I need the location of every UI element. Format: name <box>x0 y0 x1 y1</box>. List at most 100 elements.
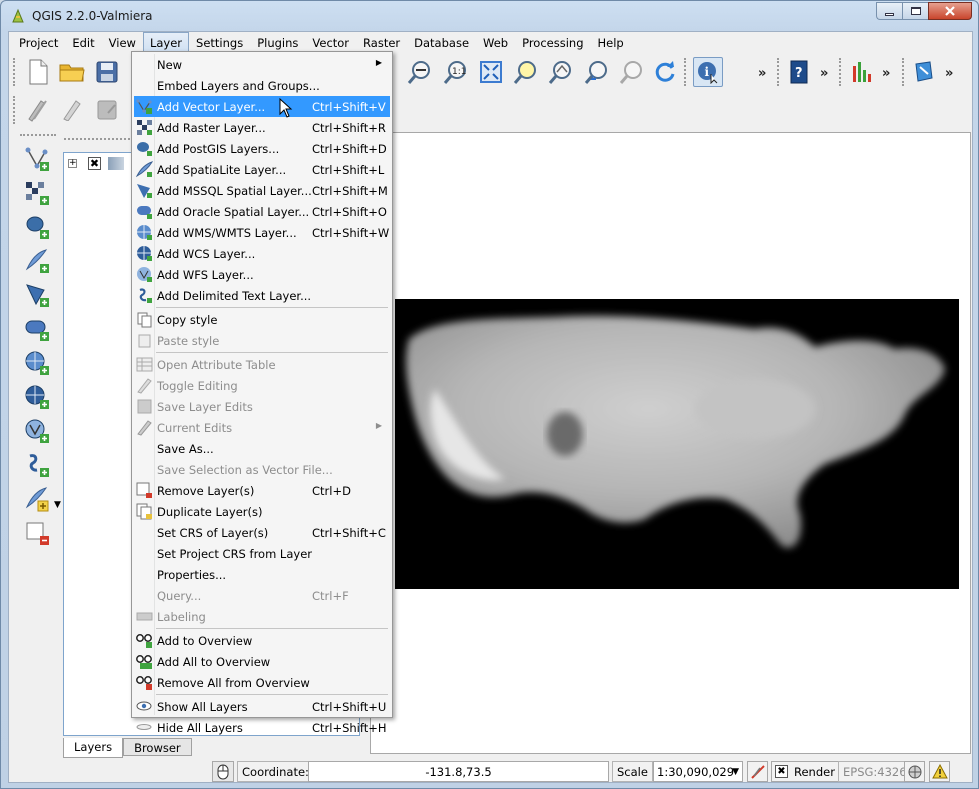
menu-item-open-attribute-table[interactable]: Open Attribute Table <box>134 354 390 375</box>
toolbar-handle[interactable] <box>13 58 17 86</box>
save-edits-button[interactable] <box>92 95 122 125</box>
menu-item-current-edits[interactable]: Current Edits ▶ <box>134 417 390 438</box>
coordinate-field[interactable]: -131.8,73.5 <box>308 761 609 782</box>
zoom-selection-button[interactable] <box>511 57 541 87</box>
toggle-editing-button[interactable] <box>57 95 87 125</box>
menu-item-add-raster-layer[interactable]: Add Raster Layer... Ctrl+Shift+R <box>134 117 390 138</box>
toolbar-overflow-chevron-icon[interactable]: » <box>820 66 828 81</box>
histogram-button[interactable] <box>846 57 876 87</box>
toolbar-handle[interactable] <box>684 58 688 86</box>
menu-item-set-crs-of-layer-s[interactable]: Set CRS of Layer(s) Ctrl+Shift+C <box>134 522 390 543</box>
current-edits-button[interactable] <box>23 95 53 125</box>
menu-item-save-as[interactable]: Save As... <box>134 438 390 459</box>
menu-item-hide-all-layers[interactable]: Hide All Layers Ctrl+Shift+H <box>134 717 390 738</box>
add-wcs-layer-button[interactable] <box>22 382 52 412</box>
toolbar-overflow-chevron-icon[interactable]: » <box>945 66 953 81</box>
menu-item-embed-layers-and-groups[interactable]: Embed Layers and Groups... <box>134 75 390 96</box>
render-toggle[interactable]: ✖ Render <box>771 761 842 782</box>
menu-item-add-wfs-layer[interactable]: Add WFS Layer... <box>134 264 390 285</box>
projection-globe-icon <box>908 765 921 778</box>
crs-button[interactable] <box>904 761 925 782</box>
warning-button[interactable] <box>929 761 950 782</box>
menu-item-add-all-to-overview[interactable]: Add All to Overview <box>134 651 390 672</box>
add-vector-layer-button[interactable] <box>22 144 52 174</box>
zoom-layer-button[interactable] <box>546 57 576 87</box>
menu-item-remove-layer-s[interactable]: Remove Layer(s) Ctrl+D <box>134 480 390 501</box>
menu-edit[interactable]: Edit <box>65 32 101 54</box>
open-project-button[interactable] <box>57 57 87 87</box>
add-delimited-text-layer-button[interactable] <box>22 450 52 480</box>
scale-combo[interactable]: 1:30,090,029 ▼ <box>653 761 743 782</box>
close-button[interactable] <box>928 2 972 20</box>
toolbar-handle[interactable] <box>777 58 781 86</box>
menu-item-duplicate-layer-s[interactable]: Duplicate Layer(s) <box>134 501 390 522</box>
menu-item-new[interactable]: New ▶ <box>134 54 390 75</box>
menu-item-set-project-crs-from-layer[interactable]: Set Project CRS from Layer <box>134 543 390 564</box>
expand-icon[interactable]: + <box>68 159 77 168</box>
dropdown-arrow-icon[interactable]: ▼ <box>54 500 61 510</box>
layer-visibility-checkbox[interactable]: ✖ <box>88 157 101 170</box>
messages-button[interactable] <box>212 761 234 782</box>
menu-item-copy-style[interactable]: Copy style <box>134 309 390 330</box>
new-project-button[interactable] <box>23 57 53 87</box>
maximize-button[interactable] <box>902 2 928 20</box>
zoom-out-button[interactable] <box>405 57 435 87</box>
toolbar-handle[interactable] <box>902 58 906 86</box>
menu-item-show-all-layers[interactable]: Show All Layers Ctrl+Shift+U <box>134 696 390 717</box>
remove-layer-button[interactable] <box>22 518 52 548</box>
menu-item-paste-style[interactable]: Paste style <box>134 330 390 351</box>
tab-browser[interactable]: Browser <box>123 738 192 756</box>
toolbar-handle[interactable] <box>13 96 17 124</box>
menu-web[interactable]: Web <box>476 32 515 54</box>
zoom-native-button[interactable]: 1:1 <box>441 57 471 87</box>
add-wms-layer-button[interactable] <box>22 348 52 378</box>
add-postgis-layer-button[interactable] <box>22 212 52 242</box>
menu-item-add-delimited-text-layer[interactable]: Add Delimited Text Layer... <box>134 285 390 306</box>
save-project-button[interactable] <box>92 57 122 87</box>
toolbar-overflow-chevron-icon[interactable]: » <box>758 66 766 81</box>
menu-item-add-vector-layer[interactable]: Add Vector Layer... Ctrl+Shift+V <box>134 96 390 117</box>
toolbar-handle[interactable] <box>20 134 56 138</box>
tab-layers[interactable]: Layers <box>63 738 124 758</box>
menu-database[interactable]: Database <box>407 32 476 54</box>
title-bar[interactable]: QGIS 2.2.0-Valmiera <box>1 1 978 31</box>
menu-project[interactable]: Project <box>12 32 65 54</box>
crs-status[interactable]: EPSG:4326 <box>838 761 912 782</box>
menu-item-save-selection-as-vector-file[interactable]: Save Selection as Vector File... <box>134 459 390 480</box>
menu-item-add-wcs-layer[interactable]: Add WCS Layer... <box>134 243 390 264</box>
toolbar-overflow-chevron-icon[interactable]: » <box>882 66 890 81</box>
toolbar-handle[interactable] <box>839 58 843 86</box>
add-wfs-layer-button[interactable] <box>22 416 52 446</box>
add-oracle-layer-button[interactable] <box>22 314 52 344</box>
identify-button[interactable]: i <box>693 57 723 87</box>
map-canvas[interactable] <box>370 132 971 754</box>
menu-processing[interactable]: Processing <box>515 32 590 54</box>
menu-item-add-to-overview[interactable]: Add to Overview <box>134 630 390 651</box>
refresh-button[interactable] <box>650 57 680 87</box>
minimize-button[interactable] <box>876 2 902 20</box>
menu-item-remove-all-from-overview[interactable]: Remove All from Overview <box>134 672 390 693</box>
help-contents-button[interactable]: ? <box>784 57 814 87</box>
layer-row[interactable]: + ✖ <box>68 157 128 171</box>
stop-render-button[interactable] <box>747 761 768 782</box>
menu-item-add-oracle-spatial-layer[interactable]: Add Oracle Spatial Layer... Ctrl+Shift+O <box>134 201 390 222</box>
menu-item-toggle-editing[interactable]: Toggle Editing <box>134 375 390 396</box>
menu-help[interactable]: Help <box>591 32 631 54</box>
menu-item-save-layer-edits[interactable]: Save Layer Edits <box>134 396 390 417</box>
render-checkbox[interactable]: ✖ <box>775 765 788 778</box>
add-mssql-layer-button[interactable] <box>22 280 52 310</box>
new-layer-button[interactable] <box>22 484 52 514</box>
menu-item-labeling[interactable]: Labeling <box>134 606 390 627</box>
menu-item-properties[interactable]: Properties... <box>134 564 390 585</box>
menu-item-add-wms-wmts-layer[interactable]: Add WMS/WMTS Layer... Ctrl+Shift+W <box>134 222 390 243</box>
add-spatialite-layer-button[interactable] <box>22 246 52 276</box>
menu-item-query[interactable]: Query... Ctrl+F <box>134 585 390 606</box>
menu-item-add-spatialite-layer[interactable]: Add SpatiaLite Layer... Ctrl+Shift+L <box>134 159 390 180</box>
add-raster-layer-button[interactable] <box>22 178 52 208</box>
zoom-last-button[interactable] <box>582 57 612 87</box>
menu-item-add-mssql-spatial-layer[interactable]: Add MSSQL Spatial Layer... Ctrl+Shift+M <box>134 180 390 201</box>
zoom-next-button[interactable] <box>617 57 647 87</box>
zoom-full-button[interactable] <box>476 57 506 87</box>
menu-item-add-postgis-layers[interactable]: Add PostGIS Layers... Ctrl+Shift+D <box>134 138 390 159</box>
georeferencer-button[interactable] <box>909 57 939 87</box>
